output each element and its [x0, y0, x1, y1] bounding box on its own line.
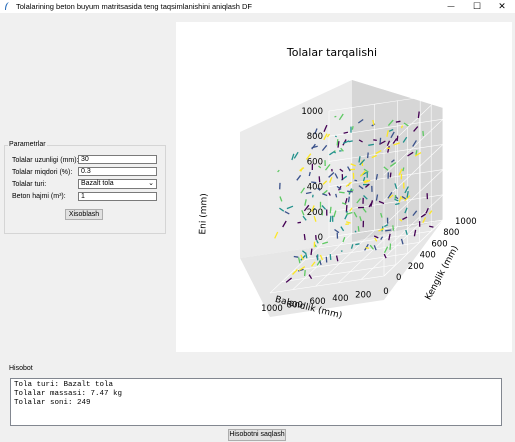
- fiber-segment: [402, 167, 405, 172]
- fiber-segment: [389, 172, 392, 178]
- title-bar: Tolalarining beton buyum matritsasida te…: [0, 0, 515, 13]
- close-icon: ✕: [498, 1, 506, 11]
- report-group-label: Hisobot: [8, 364, 34, 373]
- fiber-segment: [333, 151, 337, 154]
- z-tick-label: 800: [307, 132, 323, 142]
- fiber-segment: [365, 246, 370, 250]
- fiber-segment: [355, 243, 360, 246]
- z-axis-label: Eni (mm): [198, 193, 209, 235]
- fiber-segment: [392, 225, 395, 231]
- chart-title: Tolalar tarqalishi: [286, 46, 377, 59]
- fiber-segment: [303, 270, 306, 277]
- maximize-icon: ☐: [472, 1, 482, 11]
- y-tick-label: 400: [420, 251, 436, 261]
- report-line: Tola turi: Bazalt tola: [14, 381, 114, 389]
- length-input[interactable]: 30: [78, 155, 157, 164]
- fiber-segment: [345, 211, 349, 213]
- fiber-segment: [347, 190, 353, 193]
- report-line: Tolalar massasi: 7.47 kg: [14, 390, 123, 398]
- save-report-button[interactable]: Hisobotni saqlash: [228, 429, 286, 441]
- x-tick-label: 200: [355, 290, 371, 300]
- fiber-segment: [297, 221, 302, 224]
- fiber-segment: [422, 130, 425, 136]
- fiber-segment: [394, 194, 397, 199]
- fiber-segment: [395, 120, 401, 123]
- z-tick-label: 600: [307, 157, 323, 167]
- calculate-button[interactable]: Xisoblash: [65, 209, 103, 220]
- z-tick-label: 0: [318, 233, 323, 243]
- report-line: Tolalar soni: 249: [14, 399, 91, 407]
- fiber-segment: [329, 215, 332, 222]
- fiber-segment: [351, 126, 354, 130]
- fiber-segment: [329, 206, 332, 214]
- fiber-segment: [347, 196, 350, 203]
- fiber-segment: [366, 152, 369, 159]
- fiber-distribution-chart: Tolalar tarqalishi 02004006008001000 020…: [198, 46, 477, 321]
- amount-input[interactable]: 0.3: [78, 167, 157, 176]
- maximize-button[interactable]: ☐: [464, 0, 490, 13]
- y-tick-label: 1000: [455, 217, 477, 227]
- fiber-segment: [293, 255, 299, 258]
- fiber-segment: [354, 179, 358, 182]
- z-tick-label: 200: [307, 208, 323, 218]
- amount-label: Tolalar miqdori (%):: [12, 169, 73, 176]
- fiber-segment: [336, 139, 339, 146]
- fiber-segment: [334, 115, 337, 118]
- fiber-segment: [373, 139, 377, 142]
- y-tick-label: 800: [443, 228, 459, 238]
- chevron-down-icon: ⌄: [148, 180, 154, 187]
- window-title: Tolalarining beton buyum matritsasida te…: [16, 2, 252, 11]
- fiber-segment: [417, 111, 420, 119]
- volume-label: Beton hajmi (m³):: [12, 193, 66, 200]
- report-textbox[interactable]: Tola turi: Bazalt tola Tolalar massasi: …: [10, 378, 502, 426]
- y-tick-label: 600: [431, 239, 447, 249]
- fiber-segment: [345, 205, 348, 212]
- type-label: Tolalar turi:: [12, 181, 47, 188]
- type-select[interactable]: Bazalt tola ⌄: [78, 179, 157, 189]
- minimize-button[interactable]: —: [438, 0, 464, 13]
- fiber-segment: [335, 193, 338, 198]
- fiber-segment: [310, 248, 313, 256]
- volume-input[interactable]: 1: [78, 192, 157, 201]
- minimize-icon: —: [447, 3, 455, 10]
- fiber-segment: [339, 191, 345, 194]
- length-label: Tolalar uzunligi (mm):: [12, 157, 79, 164]
- fiber-segment: [429, 225, 434, 228]
- fiber-segment: [303, 234, 306, 241]
- fiber-segment: [315, 235, 317, 241]
- close-button[interactable]: ✕: [489, 0, 515, 13]
- plot-canvas: Tolalar tarqalishi 0 200 400 600 800 1000 0 20…: [176, 22, 512, 352]
- fiber-segment: [396, 135, 399, 142]
- fiber-segment: [357, 226, 360, 232]
- x-tick-label: 0: [383, 287, 388, 297]
- fiber-segment: [368, 143, 375, 146]
- y-tick-label: 0: [396, 273, 401, 283]
- fiber-segment: [385, 229, 392, 232]
- params-group-label: Parametrlar: [8, 140, 47, 149]
- fiber-segment: [311, 194, 314, 198]
- fiber-segment: [329, 254, 332, 260]
- fiber-segment: [318, 176, 321, 183]
- app-feather-icon: [5, 2, 9, 10]
- z-tick-label: 400: [307, 183, 323, 193]
- fiber-segment: [389, 243, 392, 250]
- y-tick-label: 200: [408, 262, 424, 272]
- fiber-segment: [379, 137, 382, 144]
- type-select-value: Bazalt tola: [81, 180, 114, 187]
- fiber-segment: [308, 171, 311, 177]
- fiber-segment: [354, 230, 357, 233]
- x-tick-label: 400: [332, 294, 348, 304]
- z-tick-label: 1000: [301, 107, 323, 117]
